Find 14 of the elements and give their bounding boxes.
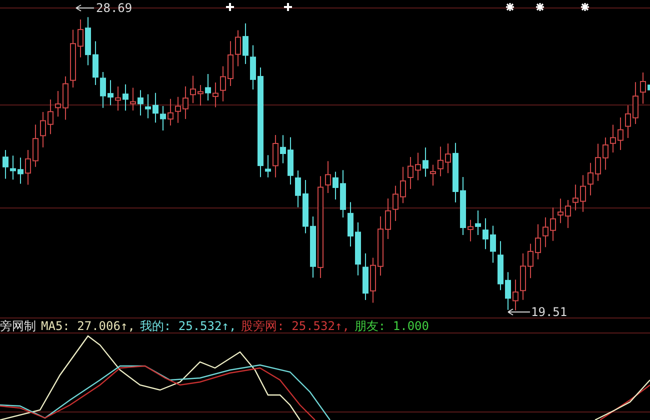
arrow-icon [76,4,94,12]
star-icon [580,2,590,12]
arrow-icon [508,308,530,316]
legend-value: MA5: 27.006↑, [41,318,135,334]
star-icon [505,2,515,12]
plus-icon [283,2,293,12]
high-price-label: 28.69 [96,1,132,15]
legend-value: 我的: 25.532↑, [140,318,236,334]
star-icon [535,2,545,12]
legend-value: 股旁网: 25.532↑, [241,318,350,334]
low-price-label: 19.51 [531,305,568,319]
indicator-title: 旁网制 [0,318,36,334]
legend-value: 朋友: 1.000 [354,318,429,334]
plus-icon [225,2,235,12]
